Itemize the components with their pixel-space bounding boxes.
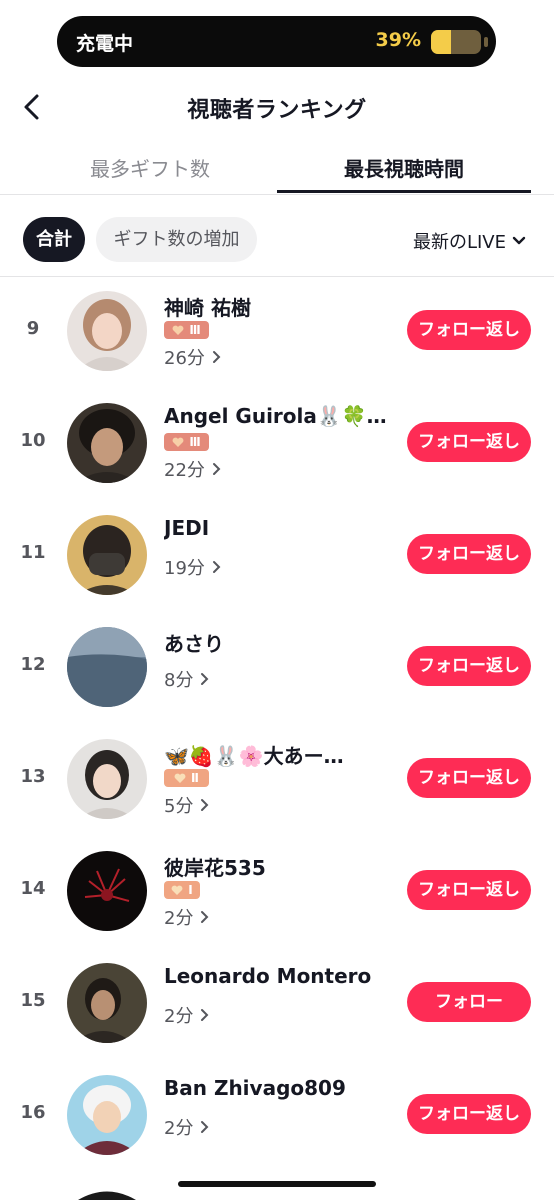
watch-duration[interactable]: 5分 xyxy=(164,792,209,818)
home-indicator xyxy=(178,1181,376,1187)
rank-number: 9 xyxy=(26,318,40,339)
viewer-name: Angel Guirola🐰🍀… xyxy=(164,404,387,428)
fan-level-badge: Ⅲ xyxy=(164,321,209,339)
watch-duration-text: 2分 xyxy=(164,908,194,929)
chevron-right-icon xyxy=(201,799,209,811)
viewer-name: JEDI xyxy=(164,516,210,540)
fan-level-text: Ⅲ xyxy=(189,435,201,449)
chevron-right-icon xyxy=(212,561,221,573)
heart-icon xyxy=(172,325,184,335)
avatar[interactable] xyxy=(67,627,147,707)
heart-icon xyxy=(172,437,184,447)
tab-longest-watch-time[interactable]: 最長視聴時間 xyxy=(277,153,531,193)
follow-back-button[interactable]: フォロー返し xyxy=(407,534,531,574)
rank-number: 11 xyxy=(20,542,46,563)
list-item[interactable]: 11 JEDI 19分 フォロー返し xyxy=(0,501,554,613)
fan-level-text: Ⅲ xyxy=(189,323,201,337)
filter-chip-gift-increase[interactable]: ギフト数の増加 xyxy=(96,217,257,262)
list-item[interactable]: 14 彼岸花535 Ⅰ 2分 フォロー返し xyxy=(0,837,554,949)
avatar[interactable] xyxy=(67,963,147,1043)
live-select-label: 最新のLIVE xyxy=(412,232,506,253)
chevron-right-icon xyxy=(212,351,221,363)
list-item[interactable]: 16 Ban Zhivago809 2分 フォロー返し xyxy=(0,1061,554,1173)
viewer-name: 🦋🍓🐰🌸大あー… xyxy=(164,744,344,768)
chevron-down-icon xyxy=(512,236,526,245)
avatar[interactable] xyxy=(67,851,147,931)
rank-number: 15 xyxy=(20,990,46,1011)
viewer-name: Ban Zhivago809 xyxy=(164,1076,346,1100)
avatar[interactable] xyxy=(67,1075,147,1155)
rank-number: 14 xyxy=(20,878,46,899)
heart-icon xyxy=(174,773,186,783)
chevron-right-icon xyxy=(201,911,209,923)
watch-duration-text: 22分 xyxy=(164,460,205,481)
follow-back-button[interactable]: フォロー返し xyxy=(407,758,531,798)
rank-number: 13 xyxy=(20,766,46,787)
watch-duration-text: 2分 xyxy=(164,1006,194,1027)
watch-duration[interactable]: 2分 xyxy=(164,1114,209,1140)
rank-number: 16 xyxy=(20,1102,46,1123)
battery-nub xyxy=(484,37,488,47)
watch-duration[interactable]: 2分 xyxy=(164,904,209,930)
watch-duration[interactable]: 8分 xyxy=(164,666,209,692)
follow-back-button[interactable]: フォロー返し xyxy=(407,870,531,910)
watch-duration[interactable]: 22分 xyxy=(164,456,221,482)
heart-icon xyxy=(171,885,183,895)
list-item[interactable]: 10 Angel Guirola🐰🍀… Ⅲ 22分 フォロー返し xyxy=(0,389,554,501)
follow-back-button[interactable]: フォロー返し xyxy=(407,646,531,686)
battery-level-fill xyxy=(431,30,451,54)
chevron-right-icon xyxy=(201,673,209,685)
fan-level-text: Ⅰ xyxy=(188,883,193,897)
battery-icon xyxy=(431,30,481,54)
viewer-name: 彼岸花535 xyxy=(164,856,266,880)
watch-duration[interactable]: 2分 xyxy=(164,1002,209,1028)
avatar-partial xyxy=(78,1191,136,1200)
watch-duration-text: 2分 xyxy=(164,1118,194,1139)
live-select-dropdown[interactable]: 最新のLIVE xyxy=(413,228,526,254)
battery-percent: 39% xyxy=(375,29,421,51)
chevron-right-icon xyxy=(201,1009,209,1021)
list-item[interactable]: 15 Leonardo Montero 2分 フォロー xyxy=(0,949,554,1061)
status-pill: 充電中 39% xyxy=(57,16,496,67)
fan-level-badge: Ⅱ xyxy=(164,769,209,787)
avatar[interactable] xyxy=(67,515,147,595)
follow-back-button[interactable]: フォロー返し xyxy=(407,1094,531,1134)
watch-duration[interactable]: 26分 xyxy=(164,344,221,370)
filter-chip-total[interactable]: 合計 xyxy=(23,217,85,262)
fan-level-badge: Ⅰ xyxy=(164,881,200,899)
watch-duration-text: 5分 xyxy=(164,796,194,817)
chevron-right-icon xyxy=(201,1121,209,1133)
list-item[interactable]: 9 神崎 祐樹 Ⅲ 26分 フォロー返し xyxy=(0,277,554,389)
avatar[interactable] xyxy=(67,291,147,371)
viewer-name: 神崎 祐樹 xyxy=(164,296,251,320)
follow-back-button[interactable]: フォロー返し xyxy=(407,310,531,350)
follow-back-button[interactable]: フォロー返し xyxy=(407,422,531,462)
charging-label: 充電中 xyxy=(76,33,134,55)
watch-duration[interactable]: 19分 xyxy=(164,554,221,580)
rank-number: 12 xyxy=(20,654,46,675)
divider xyxy=(0,194,554,195)
follow-button[interactable]: フォロー xyxy=(407,982,531,1022)
page-title: 視聴者ランキング xyxy=(187,98,367,123)
chevron-right-icon xyxy=(212,463,221,475)
watch-duration-text: 19分 xyxy=(164,558,205,579)
list-item[interactable]: 12 あさり 8分 フォロー返し xyxy=(0,613,554,725)
viewer-name: あさり xyxy=(164,632,224,656)
list-item[interactable]: 13 🦋🍓🐰🌸大あー… Ⅱ 5分 フォロー返し xyxy=(0,725,554,837)
tab-most-gifts[interactable]: 最多ギフト数 xyxy=(23,153,277,193)
rank-number: 10 xyxy=(20,430,46,451)
fan-level-text: Ⅱ xyxy=(191,771,199,785)
avatar[interactable] xyxy=(67,739,147,819)
viewer-name: Leonardo Montero xyxy=(164,964,372,988)
active-tab-indicator xyxy=(277,190,531,193)
watch-duration-text: 8分 xyxy=(164,670,194,691)
avatar[interactable] xyxy=(67,403,147,483)
watch-duration-text: 26分 xyxy=(164,348,205,369)
fan-level-badge: Ⅲ xyxy=(164,433,209,451)
